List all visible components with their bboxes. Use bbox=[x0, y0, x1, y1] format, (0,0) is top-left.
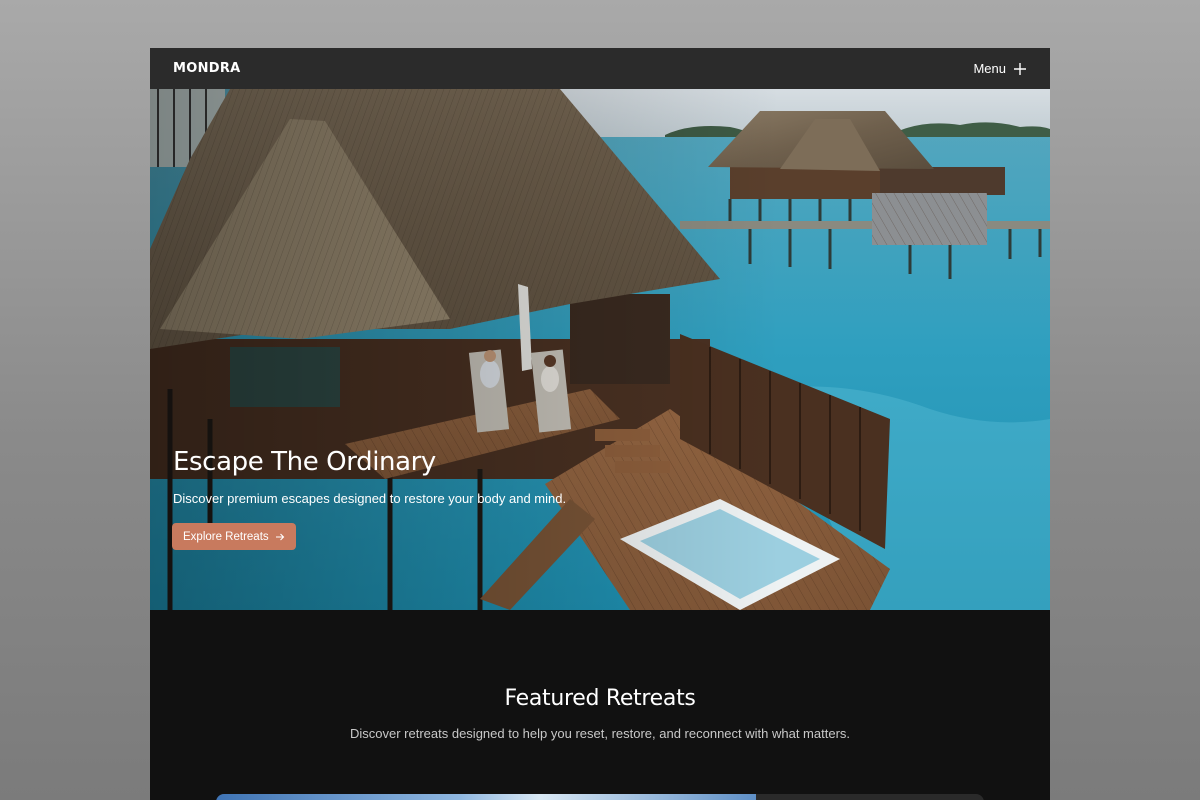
featured-subtitle: Discover retreats designed to help you r… bbox=[349, 726, 851, 741]
hero-subtitle: Discover premium escapes designed to res… bbox=[173, 491, 567, 506]
explore-retreats-label: Explore Retreats bbox=[183, 530, 269, 543]
website-frame: MONDRA Menu Escape The Ordinary Discover… bbox=[150, 48, 1050, 800]
menu-label: Menu bbox=[973, 61, 1006, 76]
top-nav: MONDRA Menu bbox=[150, 48, 1050, 89]
retreat-card-image bbox=[216, 794, 756, 800]
featured-title: Featured Retreats bbox=[504, 686, 696, 711]
explore-retreats-button[interactable]: Explore Retreats bbox=[172, 523, 296, 550]
featured-retreats-section: Featured Retreats Discover retreats desi… bbox=[150, 610, 1050, 800]
arrow-right-icon bbox=[275, 533, 284, 540]
hero-section: Escape The Ordinary Discover premium esc… bbox=[150, 89, 1050, 610]
hero-title: Escape The Ordinary bbox=[173, 447, 436, 477]
logo[interactable]: MONDRA bbox=[173, 61, 241, 76]
menu-button[interactable]: Menu bbox=[973, 61, 1027, 76]
retreat-card[interactable] bbox=[216, 794, 984, 800]
plus-icon bbox=[1014, 62, 1026, 75]
